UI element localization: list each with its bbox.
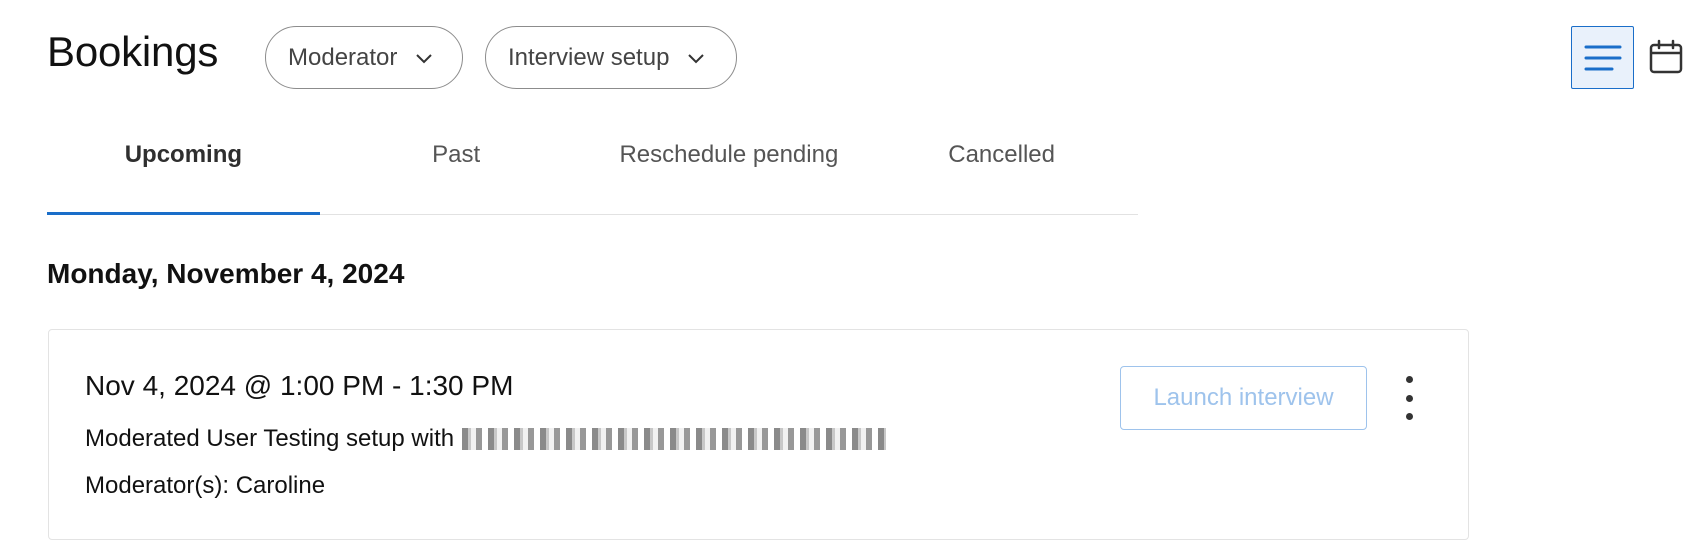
- booking-setup-line: Moderated User Testing setup with: [85, 425, 887, 453]
- booking-setup-text: Moderated User Testing setup with: [85, 425, 455, 452]
- tab-past[interactable]: Past: [320, 120, 593, 214]
- page-title: Bookings: [47, 28, 219, 75]
- tab-upcoming[interactable]: Upcoming: [47, 120, 320, 215]
- tab-reschedule-pending[interactable]: Reschedule pending: [593, 120, 866, 214]
- list-view-button[interactable]: [1571, 26, 1634, 89]
- chevron-down-icon: [416, 53, 433, 63]
- booking-card: Nov 4, 2024 @ 1:00 PM - 1:30 PM Moderate…: [48, 329, 1469, 540]
- chevron-down-icon: [688, 53, 705, 63]
- redacted-participant-name: [462, 428, 887, 450]
- moderator-filter-button[interactable]: Moderator: [265, 26, 463, 89]
- date-group-heading: Monday, November 4, 2024: [47, 258, 405, 289]
- list-icon: [1584, 45, 1621, 70]
- bookings-page: Bookings Moderator Interview setup Upcom…: [0, 0, 1700, 552]
- booking-time: Nov 4, 2024 @ 1:00 PM - 1:30 PM: [85, 370, 514, 401]
- more-vertical-icon-dot: [1405, 413, 1413, 420]
- more-vertical-icon-dot: [1405, 394, 1413, 402]
- launch-interview-button[interactable]: Launch interview: [1120, 366, 1367, 430]
- booking-moderator: Moderator(s): Caroline: [85, 472, 326, 499]
- interview-setup-filter-button[interactable]: Interview setup: [485, 26, 737, 89]
- moderator-filter-label: Moderator: [288, 43, 398, 71]
- tab-cancelled[interactable]: Cancelled: [865, 120, 1138, 214]
- calendar-icon: [1649, 39, 1683, 74]
- booking-tabs: Upcoming Past Reschedule pending Cancell…: [47, 120, 1138, 215]
- interview-setup-filter-label: Interview setup: [508, 43, 670, 71]
- more-vertical-icon: [1405, 376, 1413, 383]
- calendar-view-button[interactable]: [1645, 36, 1687, 78]
- more-options-button[interactable]: [1397, 376, 1421, 420]
